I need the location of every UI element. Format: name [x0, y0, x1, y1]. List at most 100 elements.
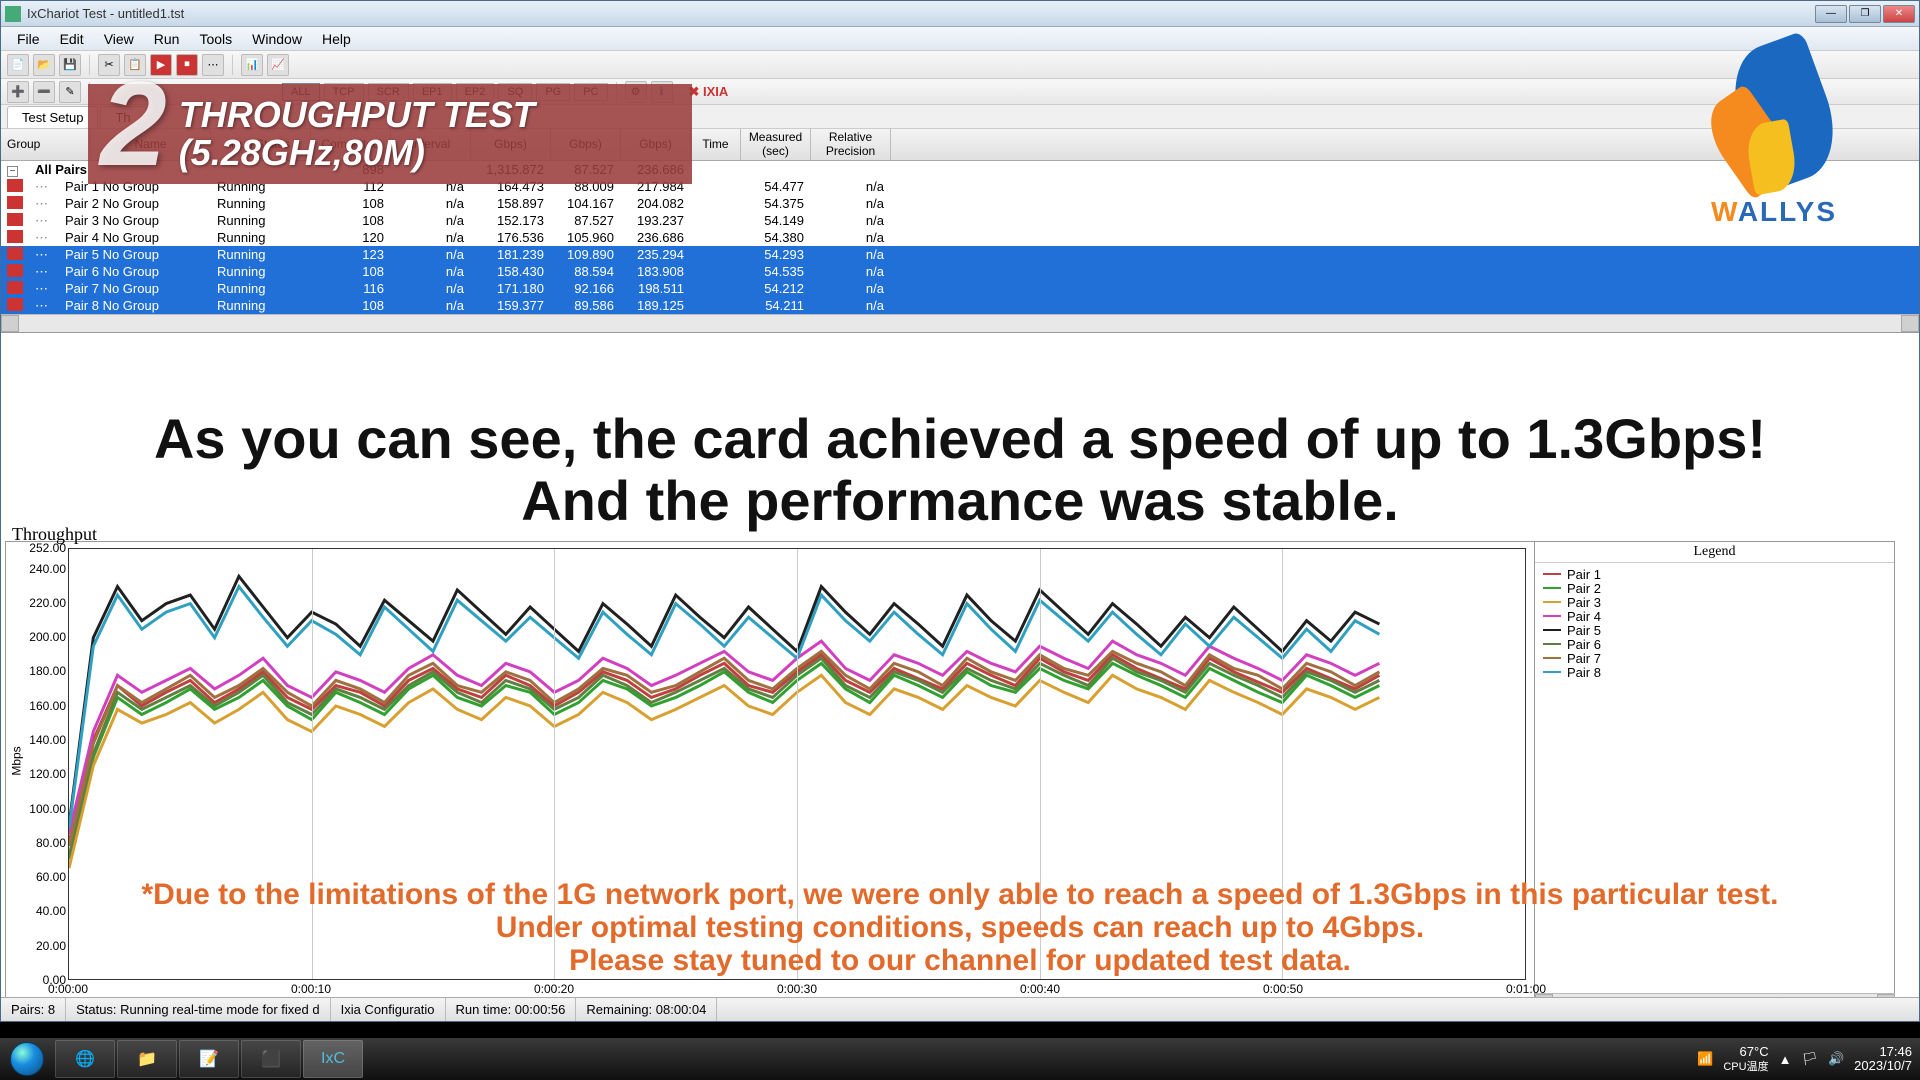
taskbar: 🌐 📁 📝 ⬛ IxC 📶 67°CCPU温度 ▲ 🏳 🔊 17:462023/…: [0, 1038, 1920, 1080]
tray-up-icon[interactable]: ▲: [1779, 1052, 1792, 1067]
legend-label: Pair 2: [1567, 581, 1601, 596]
col-group[interactable]: Group: [1, 129, 91, 160]
series-line: [69, 576, 1379, 825]
cell-sec: 54.375: [741, 196, 811, 211]
foot-line2: Under optimal testing conditions, speeds…: [496, 911, 1424, 944]
tb-new-icon[interactable]: 📄: [7, 54, 29, 76]
window-title: IxChariot Test - untitled1.tst: [27, 6, 1815, 21]
legend-item[interactable]: Pair 3: [1543, 595, 1886, 609]
series-line: [69, 651, 1379, 846]
task-chrome[interactable]: 🌐: [55, 1040, 115, 1078]
tb2-add-icon[interactable]: ➕: [7, 81, 29, 103]
cell-v1: 158.430: [471, 264, 551, 279]
tb-save-icon[interactable]: 💾: [59, 54, 81, 76]
legend-swatch-icon: [1543, 573, 1561, 575]
legend-item[interactable]: Pair 6: [1543, 637, 1886, 651]
cell-sec: 54.535: [741, 264, 811, 279]
cell-completed: 108: [311, 298, 391, 313]
cell-sec: 54.293: [741, 247, 811, 262]
table-row[interactable]: ⋯Pair 4 No GroupRunning120n/a176.536105.…: [1, 229, 1919, 246]
: 2: [100, 76, 167, 172]
task-notepad[interactable]: 📝: [179, 1040, 239, 1078]
cell-v1: 176.536: [471, 230, 551, 245]
legend-item[interactable]: Pair 8: [1543, 665, 1886, 679]
tab-test-setup[interactable]: Test Setup: [7, 106, 98, 128]
cell-rp: n/a: [811, 179, 891, 194]
table-row[interactable]: ⋯Pair 3 No GroupRunning108n/a152.17387.5…: [1, 212, 1919, 229]
tb2-del-icon[interactable]: ➖: [33, 81, 55, 103]
close-button[interactable]: ✕: [1883, 5, 1915, 23]
banner-line2: (5.28GHz,80M): [179, 132, 425, 173]
menu-tools[interactable]: Tools: [189, 29, 242, 49]
task-explorer[interactable]: 📁: [117, 1040, 177, 1078]
task-ixchariot[interactable]: IxC: [303, 1040, 363, 1078]
col-time[interactable]: Time: [691, 129, 741, 160]
table-row[interactable]: ⋯Pair 7 No GroupRunning116n/a171.18092.1…: [1, 280, 1919, 297]
tb2-edit-icon[interactable]: ✎: [59, 81, 81, 103]
cell-status: Running: [211, 230, 311, 245]
menu-window[interactable]: Window: [242, 29, 312, 49]
col-sec[interactable]: Measured (sec): [741, 129, 811, 160]
cell-v2: 87.527: [551, 213, 621, 228]
titlebar: IxChariot Test - untitled1.tst — ❐ ✕: [1, 1, 1919, 27]
cell-v1: 158.897: [471, 196, 551, 211]
tb-chart-icon[interactable]: 📊: [241, 54, 263, 76]
cell-na: n/a: [391, 298, 471, 313]
table-row[interactable]: ⋯Pair 6 No GroupRunning108n/a158.43088.5…: [1, 263, 1919, 280]
table-row[interactable]: ⋯Pair 5 No GroupRunning123n/a181.239109.…: [1, 246, 1919, 263]
y-tick: 180.00: [29, 664, 66, 678]
cell-v3: 204.082: [621, 196, 691, 211]
tray-flag-icon[interactable]: 🏳: [1801, 1051, 1818, 1067]
grid-hscroll[interactable]: [1, 314, 1919, 332]
status-runtime: Run time: 00:00:56: [446, 998, 577, 1021]
col-rp[interactable]: Relative Precision: [811, 129, 891, 160]
legend-item[interactable]: Pair 4: [1543, 609, 1886, 623]
tb-stop-icon[interactable]: ⏹: [176, 54, 198, 76]
cell-rp: n/a: [811, 247, 891, 262]
cell-completed: 116: [311, 281, 391, 296]
menu-run[interactable]: Run: [144, 29, 190, 49]
window-controls: — ❐ ✕: [1815, 5, 1915, 23]
legend-item[interactable]: Pair 2: [1543, 581, 1886, 595]
menu-edit[interactable]: Edit: [50, 29, 94, 49]
status-remaining: Remaining: 08:00:04: [576, 998, 717, 1021]
tray-clock[interactable]: 17:462023/10/7: [1854, 1045, 1912, 1074]
menu-file[interactable]: File: [7, 29, 50, 49]
tb-more-icon[interactable]: ⋯: [202, 54, 224, 76]
menu-help[interactable]: Help: [312, 29, 361, 49]
legend-body: Pair 1Pair 2Pair 3Pair 4Pair 5Pair 6Pair…: [1535, 563, 1894, 683]
cell-sec: 54.477: [741, 179, 811, 194]
minimize-button[interactable]: —: [1815, 5, 1847, 23]
toolbar-main: 📄 📂 💾 ✂ 📋 ▶ ⏹ ⋯ 📊 📈: [1, 51, 1919, 79]
pair-icon: [7, 213, 23, 226]
cell-na: n/a: [391, 213, 471, 228]
legend-item[interactable]: Pair 5: [1543, 623, 1886, 637]
legend-item[interactable]: Pair 7: [1543, 651, 1886, 665]
cell-rp: n/a: [811, 213, 891, 228]
cell-completed: 120: [311, 230, 391, 245]
tb-sep: [232, 55, 233, 75]
table-row[interactable]: ⋯Pair 2 No GroupRunning108n/a158.897104.…: [1, 195, 1919, 212]
cell-na: n/a: [391, 196, 471, 211]
y-tick: 120.00: [29, 767, 66, 781]
table-row[interactable]: ⋯Pair 8 No GroupRunning108n/a159.37789.5…: [1, 297, 1919, 314]
cell-completed: 108: [311, 196, 391, 211]
legend-item[interactable]: Pair 1: [1543, 567, 1886, 581]
cell-na: n/a: [391, 264, 471, 279]
headline-annotation: As you can see, the card achieved a spee…: [0, 408, 1920, 531]
wallys-flame-icon: [1709, 42, 1839, 202]
tb-open-icon[interactable]: 📂: [33, 54, 55, 76]
tray-temp[interactable]: 67°CCPU温度: [1723, 1045, 1768, 1074]
menu-view[interactable]: View: [94, 29, 144, 49]
cell-v2: 92.166: [551, 281, 621, 296]
tb-chart2-icon[interactable]: 📈: [267, 54, 289, 76]
tree-collapse-icon[interactable]: −: [7, 166, 18, 177]
maximize-button[interactable]: ❐: [1849, 5, 1881, 23]
tray-net-icon[interactable]: 📶: [1697, 1051, 1713, 1067]
pair-icon: [7, 179, 23, 192]
start-button[interactable]: [0, 1038, 54, 1080]
tray-vol-icon[interactable]: 🔊: [1828, 1051, 1844, 1067]
cell-rp: n/a: [811, 281, 891, 296]
task-cmd[interactable]: ⬛: [241, 1040, 301, 1078]
cell-name: Pair 6 No Group: [59, 264, 211, 279]
